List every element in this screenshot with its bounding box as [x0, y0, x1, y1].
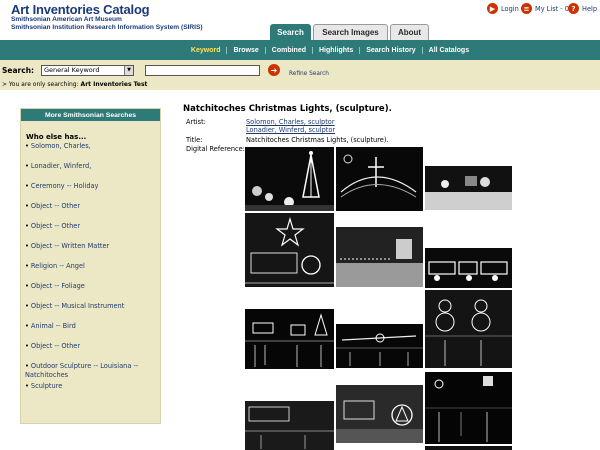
search-go-button[interactable]: ➔ — [268, 64, 280, 76]
sidebar-item-label: Object -- Foliage — [30, 282, 85, 290]
nav-search-history[interactable]: Search History — [360, 46, 423, 54]
image-thumbnail[interactable] — [425, 372, 512, 444]
museum-subtitle: Smithsonian American Art Museum — [11, 16, 122, 23]
image-thumbnail[interactable] — [425, 446, 512, 450]
image-thumbnail[interactable] — [336, 227, 423, 287]
sidebar-item-musical-instrument[interactable]: • Object -- Musical Instrument — [25, 302, 157, 311]
sidebar-item-label: Outdoor Sculpture -- Louisiana -- Natchi… — [25, 362, 139, 379]
login-label: Login — [501, 4, 519, 13]
image-thumbnail[interactable] — [425, 290, 512, 368]
title-value: Natchitoches Christmas Lights, (sculptur… — [246, 136, 389, 144]
sidebar-item-solomon[interactable]: • Solomon, Charles, — [25, 142, 157, 151]
nav-highlights[interactable]: Highlights — [313, 46, 361, 54]
sidebar-item-label: Object -- Other — [30, 342, 81, 350]
image-thumbnail[interactable] — [425, 248, 512, 288]
sidebar-item-label: Object -- Written Matter — [30, 242, 110, 250]
page-header: Art Inventories Catalog Smithsonian Amer… — [0, 0, 600, 40]
help-link[interactable]: ? Help — [568, 3, 597, 14]
nav-browse[interactable]: Browse — [227, 46, 266, 54]
title-label: Title: — [186, 136, 203, 144]
tab-search[interactable]: Search — [270, 24, 311, 40]
search-bar: Search: General Keyword ▼ ➔ Refine Searc… — [0, 60, 600, 80]
record-title: Natchitoches Christmas Lights, (sculptur… — [183, 104, 392, 114]
sidebar-item-outdoor-sculpture[interactable]: • Outdoor Sculpture -- Louisiana -- Natch… — [25, 362, 157, 380]
image-thumbnail[interactable] — [245, 147, 334, 211]
sidebar-item-object-other-1[interactable]: • Object -- Other — [25, 202, 157, 211]
artist-link-lonadier[interactable]: Lonadier, Winferd, sculptor — [246, 126, 335, 134]
nav-combined[interactable]: Combined — [266, 46, 313, 54]
mylist-label: My List - 0 — [535, 4, 569, 13]
who-else-heading: Who else has... — [26, 133, 87, 141]
artist-link-solomon[interactable]: Solomon, Charles, sculptor — [246, 118, 335, 126]
help-label: Help — [582, 4, 598, 13]
image-thumbnail[interactable] — [336, 385, 423, 443]
app-title[interactable]: Art Inventories Catalog — [11, 2, 150, 17]
sidebar-item-label: Animal -- Bird — [30, 322, 76, 330]
chevron-down-icon: ▼ — [124, 66, 133, 75]
sidebar-item-ceremony[interactable]: • Ceremony -- Holiday — [25, 182, 157, 191]
sidebar-item-object-other-3[interactable]: • Object -- Other — [25, 342, 157, 351]
sidebar-item-label: Solomon, Charles, — [30, 142, 91, 150]
siris-subtitle: Smithsonian Institution Research Informa… — [11, 24, 203, 31]
mylist-link[interactable]: ≡ My List - 0 — [521, 3, 569, 14]
sidebar-item-bird[interactable]: • Animal -- Bird — [25, 322, 157, 331]
artist-label: Artist: — [186, 118, 206, 126]
only-searching-prefix: > You are only searching: — [2, 81, 79, 88]
refine-search-link[interactable]: Refine Search — [289, 71, 329, 77]
only-searching-bar: > You are only searching: Art Inventorie… — [0, 80, 600, 90]
sidebar-item-angel[interactable]: • Religion -- Angel — [25, 262, 157, 271]
search-nav-bar: Keyword Browse Combined Highlights Searc… — [0, 40, 600, 60]
search-label: Search: — [2, 66, 35, 75]
sidebar-item-lonadier[interactable]: • Lonadier, Winferd, — [25, 162, 157, 171]
sidebar-item-label: Object -- Other — [30, 202, 81, 210]
sidebar-item-foliage[interactable]: • Object -- Foliage — [25, 282, 157, 291]
list-icon: ≡ — [521, 3, 532, 14]
arrow-right-icon: ➔ — [270, 65, 278, 75]
login-link[interactable]: ▶ Login — [487, 3, 519, 14]
arrow-right-icon: ▶ — [487, 3, 498, 14]
search-input[interactable] — [145, 65, 260, 76]
search-type-value: General Keyword — [44, 66, 100, 74]
sidebar-item-written-matter[interactable]: • Object -- Written Matter — [25, 242, 157, 251]
sidebar-item-label: Religion -- Angel — [30, 262, 85, 270]
image-thumbnail[interactable] — [245, 401, 334, 450]
only-searching-target: Art Inventories Test — [80, 81, 148, 88]
sidebar-heading: More Smithsonian Searches — [21, 109, 160, 121]
nav-keyword[interactable]: Keyword — [185, 46, 228, 54]
sidebar-item-label: Sculpture — [30, 382, 63, 390]
sidebar-item-label: Ceremony -- Holiday — [30, 182, 99, 190]
image-thumbnail[interactable] — [245, 213, 334, 287]
image-thumbnail[interactable] — [336, 147, 423, 211]
tab-about[interactable]: About — [390, 24, 429, 40]
tab-search-images[interactable]: Search Images — [313, 24, 388, 40]
search-type-select[interactable]: General Keyword ▼ — [41, 65, 134, 76]
question-icon: ? — [568, 3, 579, 14]
nav-all-catalogs[interactable]: All Catalogs — [423, 47, 475, 54]
sidebar-item-label: Object -- Other — [30, 222, 81, 230]
sidebar-item-object-other-2[interactable]: • Object -- Other — [25, 222, 157, 231]
image-thumbnail[interactable] — [425, 166, 512, 210]
digital-reference-label: Digital Reference: — [186, 145, 245, 153]
image-thumbnail[interactable] — [336, 324, 423, 368]
sidebar: More Smithsonian Searches Who else has..… — [20, 108, 161, 424]
sidebar-item-label: Lonadier, Winferd, — [30, 162, 92, 170]
sidebar-item-label: Object -- Musical Instrument — [30, 302, 125, 310]
sidebar-item-sculpture[interactable]: • Sculpture — [25, 382, 157, 391]
image-thumbnail[interactable] — [245, 309, 334, 369]
